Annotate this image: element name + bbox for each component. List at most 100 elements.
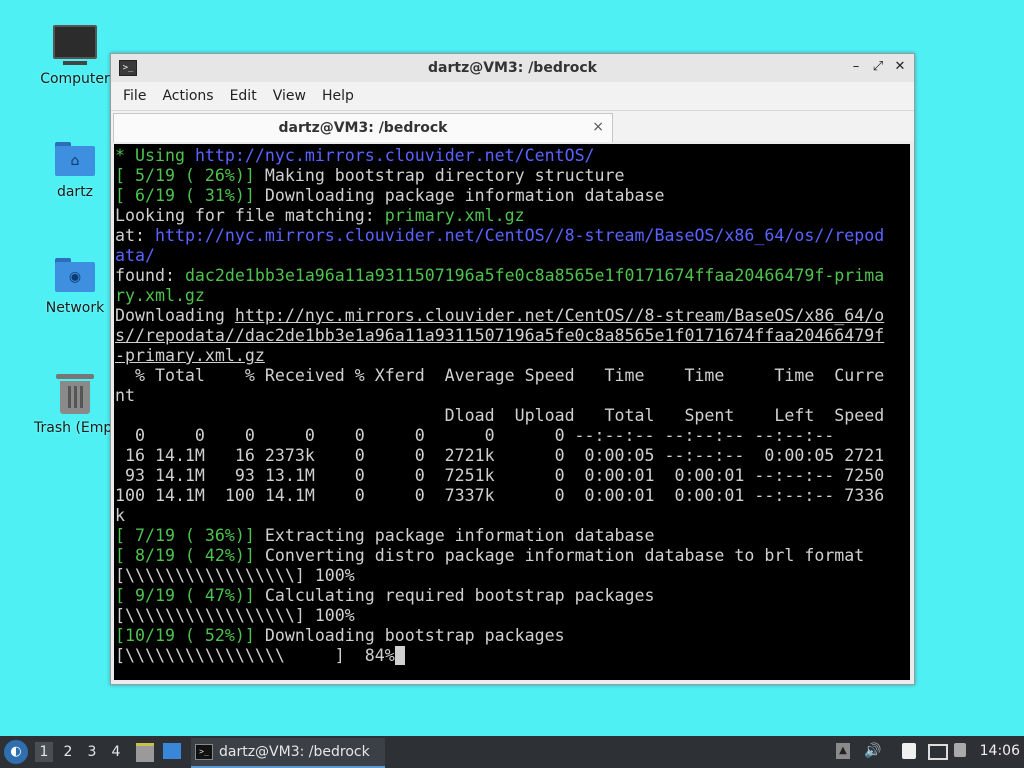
desktop-icon-computer[interactable]: Computer xyxy=(27,25,123,87)
terminal-line: * Using http://nyc.mirrors.clouvider.net… xyxy=(115,146,595,165)
terminal-segment: [ 5/19 ( 26%)] xyxy=(115,166,255,185)
workspace-3[interactable]: 3 xyxy=(83,742,101,762)
terminal-segment: http://nyc.mirrors.clouvider.net/CentOS/… xyxy=(234,306,885,325)
terminal-segment: ry.xml.gz xyxy=(115,286,205,305)
terminal-line: [10/19 ( 52%)] Downloading bootstrap pac… xyxy=(115,626,565,645)
terminal-segment: Dload Upload Total Spent Left Speed xyxy=(115,406,885,425)
close-button[interactable]: ✕ xyxy=(892,59,908,75)
terminal-line: at: http://nyc.mirrors.clouvider.net/Cen… xyxy=(115,226,884,245)
desktop-icon-label: Computer xyxy=(40,71,110,87)
terminal-line: Downloading http://nyc.mirrors.clouvider… xyxy=(115,306,884,325)
terminal-segment: Downloading package information database xyxy=(254,186,665,205)
clock[interactable]: 14:06 xyxy=(980,743,1020,759)
terminal-line: [ 8/19 ( 42%)] Converting distro package… xyxy=(115,546,864,565)
terminal-segment: Converting distro package information da… xyxy=(254,546,865,565)
window-titlebar[interactable]: >_ dartz@VM3: /bedrock – ⤢ ✕ xyxy=(111,54,914,82)
menu-edit[interactable]: Edit xyxy=(222,88,265,104)
terminal-line: found: dac2de1bb3e1a96a11a9311507196a5fe… xyxy=(115,266,884,285)
menu-actions[interactable]: Actions xyxy=(154,88,221,104)
terminal-segment: nt xyxy=(115,386,135,405)
terminal-line: 93 14.1M 93 13.1M 0 0 7251k 0 0:00:01 0:… xyxy=(115,466,884,485)
terminal-segment: [ 8/19 ( 42%)] xyxy=(115,546,255,565)
terminal-line: Looking for file matching: primary.xml.g… xyxy=(115,206,525,225)
terminal-segment: at: xyxy=(115,226,155,245)
tab-label: dartz@VM3: /bedrock xyxy=(278,120,448,136)
taskbar-task-label: dartz@VM3: /bedrock xyxy=(219,744,370,760)
desktop-icon-network[interactable]: ◉ Network xyxy=(27,258,123,316)
terminal-segment: Calculating required bootstrap packages xyxy=(254,586,655,605)
desktop-icon-trash[interactable]: Trash (Empty) xyxy=(27,374,123,436)
terminal-output[interactable]: * Using http://nyc.mirrors.clouvider.net… xyxy=(114,144,910,680)
terminal-segment: s//repodata//dac2de1bb3e1a96a11a93115071… xyxy=(115,326,885,345)
workspace-2[interactable]: 2 xyxy=(59,742,77,762)
taskbar-task-terminal[interactable]: >_ dartz@VM3: /bedrock xyxy=(191,738,385,768)
file-manager-icon[interactable] xyxy=(136,743,154,762)
terminal-segment: 100 14.1M 100 14.1M 0 0 7337k 0 0:00:01 … xyxy=(115,486,885,505)
volume-icon[interactable]: 🔊 xyxy=(864,743,881,759)
menu-view[interactable]: View xyxy=(265,88,314,104)
maximize-button[interactable]: ⤢ xyxy=(870,59,886,75)
terminal-segment: 16 14.1M 16 2373k 0 0 2721k 0 0:00:05 --… xyxy=(115,446,885,465)
workspace-4[interactable]: 4 xyxy=(107,742,125,762)
terminal-segment: primary.xml.gz xyxy=(384,206,525,225)
terminal-segment: [\\\\\\\\\\\\\\\\ ] 84% xyxy=(115,646,395,665)
terminal-line: s//repodata//dac2de1bb3e1a96a11a93115071… xyxy=(115,326,884,345)
terminal-segment: [ 6/19 ( 31%)] xyxy=(115,186,255,205)
menu-bar: File Actions Edit View Help xyxy=(111,82,914,110)
terminal-line: [ 7/19 ( 36%)] Extracting package inform… xyxy=(115,526,655,545)
terminal-line: % Total % Received % Xferd Average Speed… xyxy=(115,366,884,385)
clipboard-icon[interactable] xyxy=(902,743,916,759)
terminal-segment: % Total % Received % Xferd Average Speed… xyxy=(115,366,885,385)
terminal-segment: Extracting package information database xyxy=(254,526,655,545)
network-folder-icon: ◉ xyxy=(55,258,95,292)
terminal-segment: [ 7/19 ( 36%)] xyxy=(115,526,255,545)
terminal-line: [ 5/19 ( 26%)] Making bootstrap director… xyxy=(115,166,625,185)
tab-terminal[interactable]: dartz@VM3: /bedrock × xyxy=(113,113,613,142)
terminal-window: >_ dartz@VM3: /bedrock – ⤢ ✕ File Action… xyxy=(110,53,915,685)
terminal-line: -primary.xml.gz xyxy=(115,346,265,365)
desktop-icon-label: Trash (Empty) xyxy=(34,420,116,436)
terminal-segment: Looking for file matching: xyxy=(115,206,385,225)
terminal-segment: [\\\\\\\\\\\\\\\\\] 100% xyxy=(115,606,355,625)
window-title: dartz@VM3: /bedrock xyxy=(428,60,597,76)
computer-icon xyxy=(53,25,97,65)
terminal-segment: -primary.xml.gz xyxy=(115,346,265,365)
terminal-segment: k xyxy=(115,506,125,525)
terminal-app-icon[interactable]: >_ xyxy=(119,60,137,76)
terminal-line: [\\\\\\\\\\\\\\\\\] 100% xyxy=(115,606,355,625)
terminal-line: [\\\\\\\\\\\\\\\\\] 100% xyxy=(115,566,355,585)
terminal-line: k xyxy=(115,506,125,525)
terminal-segment: http://nyc.mirrors.clouvider.net/CentOS/ xyxy=(194,146,595,165)
terminal-line: 100 14.1M 100 14.1M 0 0 7337k 0 0:00:01 … xyxy=(115,486,884,505)
terminal-line: nt xyxy=(115,386,135,405)
minimize-button[interactable]: – xyxy=(848,59,864,75)
terminal-segment: 93 14.1M 93 13.1M 0 0 7251k 0 0:00:01 0:… xyxy=(115,466,885,485)
tab-close-icon[interactable]: × xyxy=(592,119,604,135)
terminal-line: ry.xml.gz xyxy=(115,286,205,305)
desktop-icon-label: Network xyxy=(45,300,105,316)
terminal-cursor xyxy=(394,646,405,665)
terminal-segment: [ 9/19 ( 47%)] xyxy=(115,586,255,605)
keyboard-icon[interactable] xyxy=(928,744,948,760)
menu-file[interactable]: File xyxy=(115,88,154,104)
terminal-line: [\\\\\\\\\\\\\\\\ ] 84% xyxy=(115,646,405,665)
terminal-segment: ata/ xyxy=(115,246,155,265)
home-folder-icon: ⌂ xyxy=(55,142,95,176)
terminal-segment: Downloading xyxy=(115,306,235,325)
start-menu-icon[interactable]: ◐ xyxy=(4,740,28,764)
terminal-task-icon: >_ xyxy=(195,744,213,760)
show-desktop-icon[interactable] xyxy=(163,743,181,759)
terminal-segment: http://nyc.mirrors.clouvider.net/CentOS/… xyxy=(154,226,885,245)
menu-help[interactable]: Help xyxy=(314,88,362,104)
terminal-segment: [\\\\\\\\\\\\\\\\\] 100% xyxy=(115,566,355,585)
tray-up-arrow-icon[interactable]: ▲ xyxy=(836,743,850,759)
desktop-icon-home-folder[interactable]: ⌂ dartz xyxy=(27,142,123,200)
terminal-line: 16 14.1M 16 2373k 0 0 2721k 0 0:00:05 --… xyxy=(115,446,884,465)
window-controls: – ⤢ ✕ xyxy=(848,59,908,75)
terminal-segment: [10/19 ( 52%)] xyxy=(115,626,255,645)
workspace-1[interactable]: 1 xyxy=(35,742,53,762)
network-status-icon[interactable] xyxy=(954,743,966,757)
terminal-line: [ 9/19 ( 47%)] Calculating required boot… xyxy=(115,586,655,605)
taskbar: ◐ 1 2 3 4 >_ dartz@VM3: /bedrock ▲ 🔊 14:… xyxy=(0,736,1024,768)
terminal-segment: 0 0 0 0 0 0 0 0 --:--:-- --:--:-- --:--:… xyxy=(115,426,835,445)
